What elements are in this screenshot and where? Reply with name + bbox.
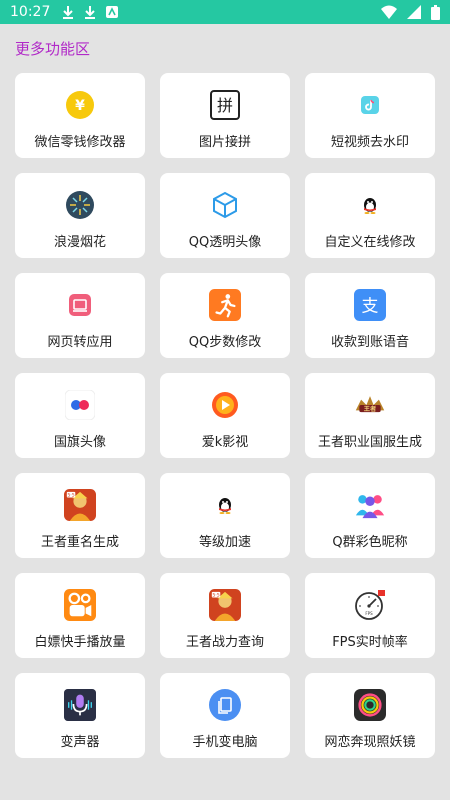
feature-card-king-name-generator[interactable]: 5·5 王者重名生成 [15, 473, 145, 558]
status-right-icons [381, 4, 440, 20]
status-time: 10:27 [10, 4, 51, 20]
feature-card-phone-to-pc[interactable]: 手机变电脑 [160, 673, 290, 758]
svg-text:支: 支 [362, 296, 379, 316]
game-hero-icon: 5·5 [209, 589, 241, 621]
feature-label: 白嫖快手播放量 [34, 635, 126, 650]
feature-label: 变声器 [60, 735, 100, 750]
feature-card-web-to-app[interactable]: 网页转应用 [15, 273, 145, 358]
honor-of-kings-logo-icon: 王者 [354, 389, 386, 421]
feature-card-wechat-change[interactable]: ¥ 微信零钱修改器 [15, 73, 145, 158]
feature-card-fps-monitor[interactable]: FPS FPS实时帧率 [305, 573, 435, 658]
feature-label: 图片接拼 [198, 135, 251, 150]
kuaishou-icon [64, 589, 96, 621]
feature-label: 自定义在线修改 [324, 235, 416, 250]
wifi-icon [381, 5, 397, 19]
game-hero-icon: 5·5 [64, 489, 96, 521]
qq-penguin-icon [209, 489, 241, 521]
alipay-icon: 支 [354, 289, 386, 321]
feature-label: 短视频去水印 [330, 135, 409, 150]
feature-card-image-stitch[interactable]: 拼 图片接拼 [160, 73, 290, 158]
feature-card-remove-watermark[interactable]: 短视频去水印 [305, 73, 435, 158]
battery-icon [431, 4, 440, 20]
qq-penguin-icon [354, 189, 386, 221]
feature-grid: ¥ 微信零钱修改器 拼 图片接拼 短视频去水印 浪漫烟花 QQ透明头像 自定义在… [15, 73, 435, 758]
feature-card-qq-steps[interactable]: QQ步数修改 [160, 273, 290, 358]
feature-card-group-color-nickname[interactable]: Q群彩色昵称 [305, 473, 435, 558]
fireworks-icon [64, 189, 96, 221]
feature-label: 网恋奔现照妖镜 [324, 735, 416, 750]
feature-card-fireworks[interactable]: 浪漫烟花 [15, 173, 145, 258]
cube-icon [209, 189, 241, 221]
feature-label: Q群彩色昵称 [332, 535, 408, 550]
feature-card-flag-avatar[interactable]: 国旗头像 [15, 373, 145, 458]
feature-card-custom-online-edit[interactable]: 自定义在线修改 [305, 173, 435, 258]
feature-card-level-boost[interactable]: 等级加速 [160, 473, 290, 558]
feature-label: 爱k影视 [201, 435, 249, 450]
svg-text:FPS: FPS [365, 611, 373, 616]
feature-label: QQ透明头像 [188, 235, 262, 250]
svg-text:拼: 拼 [217, 96, 233, 115]
feature-label: 网页转应用 [47, 335, 113, 350]
svg-text:王者: 王者 [364, 405, 377, 413]
feature-card-aik-video[interactable]: 爱k影视 [160, 373, 290, 458]
feature-label: 收款到账语音 [330, 335, 409, 350]
play-icon [209, 389, 241, 421]
yen-coin-icon: ¥ [64, 89, 96, 121]
flickr-dots-icon [64, 389, 96, 421]
group-users-icon [354, 489, 386, 521]
status-left-icons [62, 5, 119, 19]
feature-label: QQ步数修改 [188, 335, 262, 350]
feature-label: 手机变电脑 [192, 735, 258, 750]
copy-phone-icon [209, 689, 241, 721]
feature-label: 王者职业国服生成 [317, 435, 422, 450]
download-icon [62, 5, 74, 19]
tiktok-icon [354, 89, 386, 121]
feature-card-kuaishou-views[interactable]: 白嫖快手播放量 [15, 573, 145, 658]
feature-label: 国旗头像 [53, 435, 106, 450]
feature-label: 王者重名生成 [40, 535, 119, 550]
status-bar: 10:27 [0, 0, 450, 24]
feature-label: FPS实时帧率 [332, 635, 408, 650]
web-app-icon [64, 289, 96, 321]
running-man-icon [209, 289, 241, 321]
svg-text:5·5: 5·5 [67, 493, 74, 499]
feature-card-king-power-query[interactable]: 5·5 王者战力查询 [160, 573, 290, 658]
feature-card-qq-transparent-avatar[interactable]: QQ透明头像 [160, 173, 290, 258]
notification-icon [106, 6, 119, 18]
feature-label: 王者战力查询 [185, 635, 264, 650]
fps-gauge-icon: FPS [354, 589, 386, 621]
mirror-ring-icon [354, 689, 386, 721]
microphone-icon [64, 689, 96, 721]
pin-text-icon: 拼 [209, 89, 241, 121]
feature-card-king-rank-generator[interactable]: 王者 王者职业国服生成 [305, 373, 435, 458]
feature-card-date-mirror[interactable]: 网恋奔现照妖镜 [305, 673, 435, 758]
feature-label: 浪漫烟花 [53, 235, 106, 250]
feature-label: 微信零钱修改器 [34, 135, 126, 150]
feature-card-payment-voice[interactable]: 支 收款到账语音 [305, 273, 435, 358]
svg-text:¥: ¥ [75, 98, 85, 114]
download-icon [84, 5, 96, 19]
feature-label: 等级加速 [198, 535, 251, 550]
section-title: 更多功能区 [15, 40, 91, 58]
signal-icon [407, 5, 421, 19]
svg-text:5·5: 5·5 [212, 593, 219, 599]
feature-card-voice-changer[interactable]: 变声器 [15, 673, 145, 758]
